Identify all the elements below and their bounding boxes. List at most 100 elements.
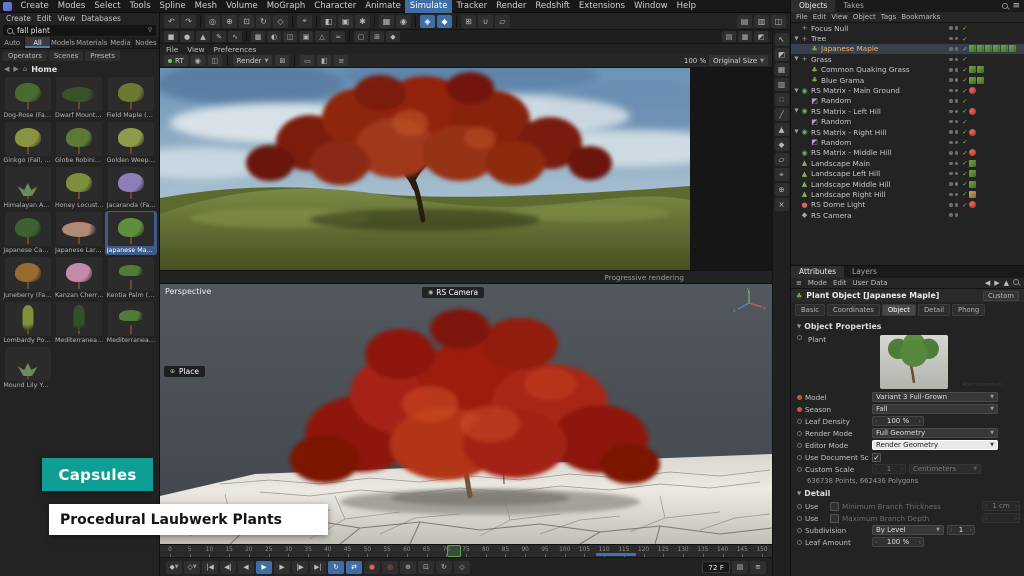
texture-tag-icon[interactable] <box>977 45 984 52</box>
bucket-render-icon[interactable]: ◧ <box>317 55 331 66</box>
undo-icon[interactable]: ↶ <box>164 15 179 28</box>
goto-start-button[interactable]: |◀ <box>202 561 218 574</box>
asset-plant-japanese-camellia-fall-plant[interactable]: Japanese Camellia (Fall, Plant) <box>2 211 54 255</box>
visibility-dots[interactable] <box>949 193 958 197</box>
render-view-menu-view[interactable]: View <box>187 45 204 54</box>
enabled-check-icon[interactable]: ✓ <box>961 190 969 198</box>
spin-right-icon[interactable]: › <box>970 527 972 534</box>
enabled-check-icon[interactable]: ✓ <box>961 128 969 136</box>
search-icon[interactable] <box>1002 3 1008 9</box>
editor-visibility-dot[interactable] <box>949 151 953 155</box>
keyframe-dot[interactable] <box>797 528 802 533</box>
texture-tag-icon[interactable] <box>985 45 992 52</box>
enabled-check-icon[interactable]: ✓ <box>961 24 969 32</box>
layout-quad-icon[interactable]: ◫ <box>771 15 786 28</box>
dropdown-variant-3-full-grown[interactable]: Variant 3 Full-Grown▼ <box>872 392 998 402</box>
modeling-cube-icon[interactable]: ■ <box>164 31 178 42</box>
editor-visibility-dot[interactable] <box>949 141 953 145</box>
burger-menu-icon[interactable]: ≡ <box>796 279 802 287</box>
asset-plant-kanzan-cherry-fall-plant[interactable]: Kanzan Cherry (Fall, Plant) <box>54 256 106 300</box>
redshift-tag-icon[interactable] <box>969 87 976 94</box>
keyframe-dot[interactable] <box>797 419 802 424</box>
home-icon[interactable]: ⌂ <box>23 65 27 73</box>
object-row-rs-matrix-left-hill[interactable]: ▼◉RS Matrix - Left Hill✓ <box>791 106 1024 116</box>
menu-spline[interactable]: Spline <box>155 0 190 13</box>
menu-tracker[interactable]: Tracker <box>452 0 492 13</box>
attr-tab-basic[interactable]: Basic <box>795 304 825 316</box>
asset-plant-juneberry-fall-plant[interactable]: Juneberry (Fall, Plant) <box>2 256 54 300</box>
record-keyframe-button[interactable]: ● <box>364 561 380 574</box>
boole-icon[interactable]: ◐ <box>267 31 281 42</box>
enabled-check-icon[interactable]: ✓ <box>961 149 969 157</box>
model-mode-icon[interactable]: ▦ <box>775 63 789 76</box>
expand-arrow-icon[interactable]: ▼ <box>793 129 800 135</box>
axis-gizmo[interactable]: x y z <box>732 288 766 318</box>
asset-menu-databases[interactable]: Databases <box>79 14 123 23</box>
texture-tag-icon[interactable] <box>969 45 976 52</box>
landscape-tool-icon[interactable]: ▲ <box>196 31 210 42</box>
object-row-blue-grama[interactable]: ♣Blue Grama✓ <box>791 75 1024 85</box>
editor-visibility-dot[interactable] <box>949 78 953 82</box>
object-row-rs-camera[interactable]: ◆RS Camera <box>791 210 1024 220</box>
polygons-mode-icon[interactable]: ▲ <box>775 123 789 136</box>
render-settings-icon[interactable]: ✱ <box>355 15 370 28</box>
lock-icon[interactable]: ⊠ <box>275 55 289 66</box>
number-field[interactable]: ‹1› <box>872 464 906 474</box>
select-cursor-icon[interactable]: ↖ <box>775 33 789 46</box>
texture-tag-icon[interactable] <box>993 45 1000 52</box>
tab-media[interactable]: Media <box>108 37 133 48</box>
points-mode-icon[interactable]: ∷ <box>775 93 789 106</box>
editor-visibility-dot[interactable] <box>949 89 953 93</box>
menu-create[interactable]: Create <box>16 0 53 13</box>
menu-animate[interactable]: Animate <box>361 0 406 13</box>
filter-icon[interactable]: ∇ <box>148 27 152 34</box>
play-button[interactable]: ▶ <box>256 561 272 574</box>
camera-name-tag[interactable]: ◉ RS Camera <box>422 287 484 298</box>
current-frame-marker[interactable] <box>447 545 461 557</box>
tab-models[interactable]: Models <box>51 37 76 48</box>
volume-icon[interactable]: ▩ <box>251 31 265 42</box>
enabled-check-icon[interactable]: ✓ <box>961 76 969 84</box>
asset-plant-field-maple-fall-plant[interactable]: Field Maple (Fall, Plant) <box>105 76 157 120</box>
object-row-random[interactable]: ◩Random✓ <box>791 117 1024 127</box>
texture-tag-icon[interactable] <box>977 66 984 73</box>
visibility-dots[interactable] <box>949 120 958 124</box>
visibility-dots[interactable] <box>949 172 958 176</box>
coordinate-system-icon[interactable]: ⌖ <box>297 15 312 28</box>
object-row-rs-matrix-main-ground[interactable]: ▼◉RS Matrix - Main Ground✓ <box>791 85 1024 95</box>
make-editable-icon[interactable]: ◩ <box>775 48 789 61</box>
spin-left-icon[interactable]: ‹ <box>875 539 877 546</box>
node-editor-icon[interactable]: ⊞ <box>370 31 384 42</box>
render-mode-dropdown[interactable]: Render ▼ <box>233 55 273 66</box>
dropdown-centimeters[interactable]: Centimeters▼ <box>909 464 981 474</box>
enabled-check-icon[interactable]: ✓ <box>961 45 969 53</box>
rotate-tool-icon[interactable]: ↻ <box>256 15 271 28</box>
texture-tag-icon[interactable] <box>969 66 976 73</box>
spin-right-icon[interactable]: › <box>1015 515 1017 522</box>
visibility-dots[interactable] <box>949 89 958 93</box>
enabled-check-icon[interactable]: ✓ <box>961 87 969 95</box>
autokey-button[interactable]: ◎ <box>382 561 398 574</box>
redshift-tag-icon[interactable] <box>969 129 976 136</box>
visibility-dots[interactable] <box>949 78 958 82</box>
asset-menu-view[interactable]: View <box>55 14 77 23</box>
mode-mode[interactable]: Mode <box>808 279 827 287</box>
snap-toggle-icon[interactable]: ⊕ <box>775 183 789 196</box>
tab-all[interactable]: All <box>25 37 50 48</box>
checkbox-use-document-scale[interactable]: ✓ <box>872 453 881 462</box>
render-visibility-dot[interactable] <box>955 130 959 134</box>
render-visibility-dot[interactable] <box>955 47 959 51</box>
asset-plant-himalayan-agave-fall-plant[interactable]: Himalayan Agave (Fall, Plant) <box>2 166 54 210</box>
attr-tab-coordinates[interactable]: Coordinates <box>827 304 880 316</box>
redshift-tag-icon[interactable] <box>969 149 976 156</box>
object-row-japanese-maple[interactable]: ♣Japanese Maple✓ <box>791 44 1024 54</box>
visibility-dots[interactable] <box>949 141 958 145</box>
keyframe-dot[interactable] <box>797 335 802 340</box>
keyframe-dot[interactable] <box>797 443 802 448</box>
record-position-button[interactable]: ⊕ <box>400 561 416 574</box>
menu-modes[interactable]: Modes <box>53 0 90 13</box>
viewport-camera-menu[interactable]: Perspective <box>165 287 211 296</box>
render-visibility-dot[interactable] <box>955 68 959 72</box>
render-view-menu-preferences[interactable]: Preferences <box>214 45 257 54</box>
spin-left-icon[interactable]: ‹ <box>875 466 877 473</box>
